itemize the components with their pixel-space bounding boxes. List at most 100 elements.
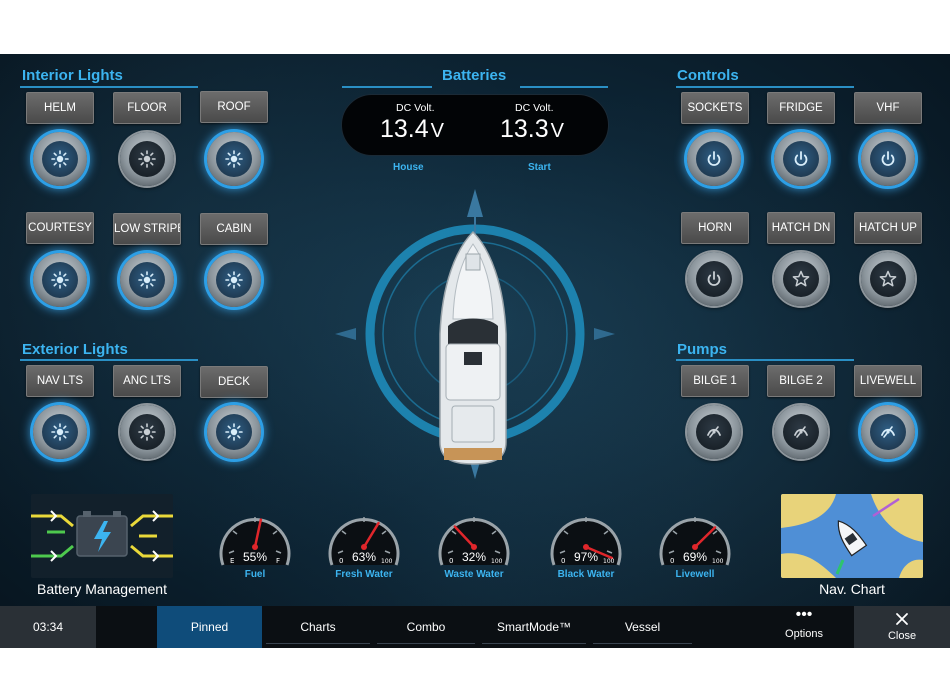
black-water-gauge[interactable]: 0 100 97% Black Water bbox=[548, 507, 624, 580]
battery-management-label: Battery Management bbox=[37, 581, 167, 597]
courtesy-light-toggle[interactable] bbox=[33, 253, 87, 307]
floor-light-toggle[interactable] bbox=[120, 132, 174, 186]
tab-divider bbox=[593, 643, 692, 644]
horn-toggle[interactable] bbox=[687, 252, 741, 306]
nav-chart-icon bbox=[781, 494, 923, 578]
waste-water-gauge[interactable]: 0 100 32% Waste Water bbox=[436, 507, 512, 580]
livewell-toggle[interactable] bbox=[861, 405, 915, 459]
anchor-lights-button[interactable]: ANC LTS bbox=[113, 365, 181, 397]
svg-text:0: 0 bbox=[670, 557, 674, 565]
helm-light-button[interactable]: HELM bbox=[26, 92, 94, 124]
controls-title: Controls bbox=[677, 67, 739, 84]
tab-smartmode[interactable]: SmartMode™ bbox=[479, 606, 589, 648]
vhf-toggle[interactable] bbox=[861, 132, 915, 186]
exterior-lights-title: Exterior Lights bbox=[22, 341, 128, 358]
roof-light-toggle[interactable] bbox=[207, 132, 261, 186]
power-icon bbox=[696, 261, 732, 297]
livewell-gauge-label: Livewell bbox=[675, 569, 715, 580]
fresh-water-gauge[interactable]: 0 100 63% Fresh Water bbox=[326, 507, 402, 580]
light-icon bbox=[216, 262, 252, 298]
floor-light-button[interactable]: FLOOR bbox=[113, 92, 181, 124]
horn-button[interactable]: HORN bbox=[681, 212, 749, 244]
pump-icon bbox=[783, 414, 819, 450]
light-icon bbox=[129, 262, 165, 298]
battery-voltage-panel[interactable]: DC Volt. 13.4 V DC Volt. 13.3 V bbox=[341, 94, 609, 156]
light-icon bbox=[42, 262, 78, 298]
start-voltage-value: 13.3 V bbox=[500, 115, 565, 143]
cabin-light-toggle[interactable] bbox=[207, 253, 261, 307]
tab-pinned[interactable]: Pinned bbox=[157, 606, 262, 648]
pump-icon bbox=[696, 414, 732, 450]
bilge-1-button[interactable]: BILGE 1 bbox=[681, 365, 749, 397]
pump-icon bbox=[870, 414, 906, 450]
sockets-toggle[interactable] bbox=[687, 132, 741, 186]
tab-vessel[interactable]: Vessel bbox=[590, 606, 695, 648]
hatch-up-toggle[interactable] bbox=[861, 252, 915, 306]
pumps-divider bbox=[676, 359, 854, 361]
house-battery-label: House bbox=[393, 162, 424, 173]
livewell-percent: 69% bbox=[682, 550, 708, 564]
power-icon bbox=[870, 141, 906, 177]
courtesy-light-button[interactable]: COURTESY bbox=[26, 212, 94, 244]
pumps-title: Pumps bbox=[677, 341, 728, 358]
roof-light-button[interactable]: ROOF bbox=[200, 91, 268, 123]
cabin-light-button[interactable]: CABIN bbox=[200, 213, 268, 245]
nav-chart-label: Nav. Chart bbox=[819, 581, 885, 597]
deck-lights-toggle[interactable] bbox=[207, 405, 261, 459]
fuel-percent: 55% bbox=[242, 550, 268, 564]
interior-lights-title: Interior Lights bbox=[22, 67, 123, 84]
nav-lights-toggle[interactable] bbox=[33, 405, 87, 459]
star-icon bbox=[870, 261, 906, 297]
options-label: Options bbox=[785, 628, 823, 640]
boat-icon bbox=[439, 230, 507, 465]
bilge-1-toggle[interactable] bbox=[687, 405, 741, 459]
light-icon bbox=[129, 414, 165, 450]
fridge-toggle[interactable] bbox=[774, 132, 828, 186]
nav-lights-button[interactable]: NAV LTS bbox=[26, 365, 94, 397]
livewell-button[interactable]: LIVEWELL bbox=[854, 365, 922, 397]
fuel-gauge[interactable]: E F 55% Fuel bbox=[217, 507, 293, 580]
tab-combo[interactable]: Combo bbox=[374, 606, 478, 648]
tab-charts[interactable]: Charts bbox=[263, 606, 373, 648]
house-dc-volt-label: DC Volt. bbox=[396, 102, 435, 114]
light-icon bbox=[129, 141, 165, 177]
hatch-up-button[interactable]: HATCH UP bbox=[854, 212, 922, 244]
battery-management-tile[interactable] bbox=[31, 494, 173, 578]
light-icon bbox=[42, 414, 78, 450]
tab-divider bbox=[377, 643, 475, 644]
low-stripe-light-toggle[interactable] bbox=[120, 253, 174, 307]
svg-text:E: E bbox=[230, 557, 234, 565]
sockets-button[interactable]: SOCKETS bbox=[681, 92, 749, 124]
vhf-button[interactable]: VHF bbox=[854, 92, 922, 124]
svg-text:0: 0 bbox=[561, 557, 565, 565]
clock: 03:34 bbox=[0, 606, 96, 648]
svg-text:F: F bbox=[276, 557, 280, 565]
helm-light-toggle[interactable] bbox=[33, 132, 87, 186]
hatch-down-toggle[interactable] bbox=[774, 252, 828, 306]
anchor-lights-toggle[interactable] bbox=[120, 405, 174, 459]
start-battery-label: Start bbox=[528, 162, 551, 173]
tab-divider bbox=[266, 643, 370, 644]
close-button[interactable]: Close bbox=[854, 606, 950, 648]
nav-chart-tile[interactable] bbox=[781, 494, 923, 578]
fresh-water-label: Fresh Water bbox=[335, 569, 393, 580]
options-button[interactable]: ••• Options bbox=[757, 606, 851, 648]
close-label: Close bbox=[887, 630, 917, 642]
exterior-lights-divider bbox=[20, 359, 198, 361]
light-icon bbox=[216, 414, 252, 450]
batteries-divider-right bbox=[520, 86, 608, 88]
hatch-down-button[interactable]: HATCH DN bbox=[767, 212, 835, 244]
livewell-gauge[interactable]: 0 100 69% Livewell bbox=[657, 507, 733, 580]
interior-lights-divider bbox=[20, 86, 198, 88]
svg-text:0: 0 bbox=[339, 557, 343, 565]
bilge-2-button[interactable]: BILGE 2 bbox=[767, 365, 835, 397]
fridge-button[interactable]: FRIDGE bbox=[767, 92, 835, 124]
power-icon bbox=[783, 141, 819, 177]
battery-management-icon bbox=[31, 494, 173, 578]
low-stripe-light-button[interactable]: LOW STRIPE bbox=[113, 213, 181, 245]
deck-lights-button[interactable]: DECK bbox=[200, 366, 268, 398]
power-icon bbox=[696, 141, 732, 177]
bilge-2-toggle[interactable] bbox=[774, 405, 828, 459]
bottom-taskbar: 03:34 Pinned Charts Combo SmartMode™ Ves… bbox=[0, 606, 950, 648]
star-icon bbox=[783, 261, 819, 297]
